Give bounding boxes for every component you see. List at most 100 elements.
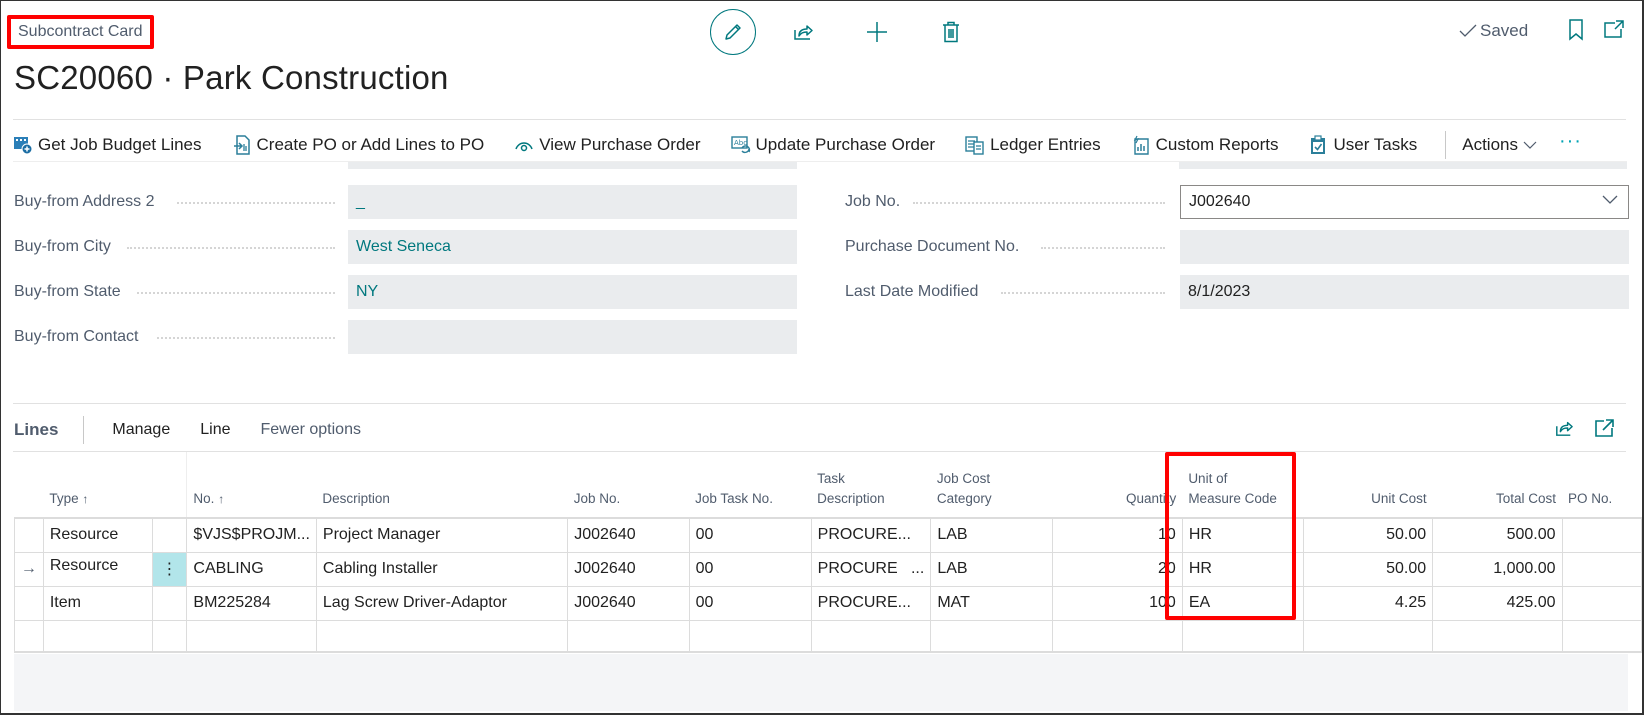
cell-quantity[interactable]: 20 [1051,551,1183,587]
lines-manage-menu[interactable]: Manage [112,421,170,439]
table-row-current[interactable]: → Resource ⋮ CABLING Cabling Installer J… [14,551,1642,587]
cell-total-cost[interactable]: 425.00 [1432,585,1563,621]
cell-task-description[interactable]: PROCURE... [810,585,932,621]
cell-quantity[interactable]: 100 [1051,585,1183,621]
col-unit-cost[interactable]: Unit Cost [1304,452,1433,518]
last-date-modified-input: 8/1/2023 [1180,275,1629,309]
cell-no[interactable]: $VJS$PROJM... [186,517,317,553]
share-button[interactable] [780,9,826,55]
col-total-cost[interactable]: Total Cost [1433,452,1562,518]
cell-job-cost-category[interactable]: MAT [930,585,1053,621]
cell-job-no[interactable] [567,619,690,653]
job-no-dropdown[interactable]: J002640 [1180,185,1629,219]
cell-total-cost[interactable]: 500.00 [1432,517,1563,553]
lines-share-button[interactable] [1554,419,1574,442]
cell-no[interactable]: CABLING [186,551,317,587]
cell-description[interactable]: Cabling Installer [315,551,569,587]
buy-from-contact-input[interactable] [348,320,797,354]
cell-unit-cost[interactable]: 50.00 [1303,551,1434,587]
create-po-button[interactable]: Create PO or Add Lines to PO [232,135,484,155]
cell-unit-cost[interactable] [1303,619,1434,653]
row-menu-cell[interactable] [151,517,188,553]
col-marker [15,452,44,518]
cell-job-task-no[interactable] [688,619,812,653]
ledger-entries-button[interactable]: Ledger Entries [965,135,1101,155]
buy-from-state-input[interactable]: NY [348,275,797,309]
user-tasks-button[interactable]: User Tasks [1308,135,1417,155]
view-purchase-order-button[interactable]: View Purchase Order [514,135,701,155]
cell-job-task-no[interactable]: 00 [688,585,812,621]
cell-job-task-no[interactable]: 00 [688,517,812,553]
col-quantity[interactable]: Quantity [1052,452,1182,518]
cell-no[interactable] [186,619,317,653]
page-caption: Subcontract Card [7,15,154,49]
more-options-button[interactable]: ··· [1559,131,1582,151]
update-purchase-order-button[interactable]: Abc Update Purchase Order [730,135,935,155]
buy-from-city-input[interactable]: West Seneca [348,230,797,264]
lines-expand-button[interactable] [1594,419,1614,442]
row-menu-cell[interactable] [151,619,188,653]
cell-total-cost[interactable] [1432,619,1563,653]
cell-job-no[interactable]: J002640 [567,585,690,621]
cell-task-description[interactable]: PROCURE ... [810,551,932,587]
table-row[interactable]: Resource $VJS$PROJM... Project Manager J… [14,517,1642,553]
cell-uom[interactable]: EA [1181,585,1305,621]
update-icon: Abc [730,135,751,155]
table-row[interactable]: Item BM225284 Lag Screw Driver-Adaptor J… [14,585,1642,621]
cell-unit-cost[interactable]: 50.00 [1303,517,1434,553]
cell-type[interactable] [42,619,153,653]
cell-task-description[interactable] [810,619,932,653]
col-unit-of-measure-code[interactable]: Unit of Measure Code [1182,452,1303,518]
get-job-budget-lines-button[interactable]: Get Job Budget Lines [13,135,202,155]
bookmark-button[interactable] [1568,19,1584,46]
field-last-date-modified: Last Date Modified [845,275,978,309]
fewer-options-button[interactable]: Fewer options [260,421,361,439]
row-menu-cell[interactable] [151,585,188,621]
open-new-window-button[interactable] [1603,19,1625,44]
cell-job-no[interactable]: J002640 [567,551,690,587]
cell-unit-cost[interactable]: 4.25 [1303,585,1434,621]
cell-task-description[interactable]: PROCURE... [810,517,932,553]
cell-po-no[interactable] [1561,517,1642,553]
cell-po-no[interactable] [1561,619,1642,653]
cell-uom[interactable]: HR [1181,517,1305,553]
cell-type[interactable]: Item [42,585,153,621]
cell-job-cost-category[interactable]: LAB [930,517,1053,553]
row-menu-button[interactable]: ⋮ [151,551,188,587]
col-job-no[interactable]: Job No. [568,452,689,518]
purchase-document-no-input[interactable] [1180,230,1629,264]
col-task-description[interactable]: Task Description [811,452,931,518]
col-type[interactable]: Type ↑ [43,452,152,518]
table-row-new[interactable] [14,619,1642,653]
custom-reports-button[interactable]: Custom Reports [1131,135,1278,155]
buy-from-address-2-input[interactable]: _ [348,185,797,219]
cell-job-cost-category[interactable] [930,619,1053,653]
cell-quantity[interactable]: 10 [1051,517,1183,553]
cell-total-cost[interactable]: 1,000.00 [1432,551,1563,587]
col-job-task-no[interactable]: Job Task No. [689,452,811,518]
cell-po-no[interactable] [1561,551,1642,587]
cell-description[interactable] [315,619,569,653]
cell-uom[interactable] [1181,619,1305,653]
col-po-no[interactable]: PO No. [1562,452,1642,518]
col-no[interactable]: No. ↑ [187,452,316,518]
cell-description[interactable]: Project Manager [315,517,569,553]
lines-line-menu[interactable]: Line [200,421,230,439]
new-button[interactable] [854,9,900,55]
edit-button[interactable] [710,9,756,55]
cell-job-task-no[interactable]: 00 [688,551,812,587]
cell-po-no[interactable] [1561,585,1642,621]
field-leader [1001,292,1165,294]
delete-button[interactable] [928,9,974,55]
col-description[interactable]: Description [316,452,567,518]
actions-menu[interactable]: Actions [1462,135,1537,155]
cell-type[interactable]: Resource [42,517,153,553]
col-job-cost-category[interactable]: Job Cost Category [931,452,1052,518]
cell-quantity[interactable] [1051,619,1183,653]
cell-uom[interactable]: HR [1181,551,1305,587]
cell-job-no[interactable]: J002640 [567,517,690,553]
cell-description[interactable]: Lag Screw Driver-Adaptor [315,585,569,621]
cell-no[interactable]: BM225284 [186,585,317,621]
cell-type[interactable]: Resource [42,551,153,587]
cell-job-cost-category[interactable]: LAB [930,551,1053,587]
